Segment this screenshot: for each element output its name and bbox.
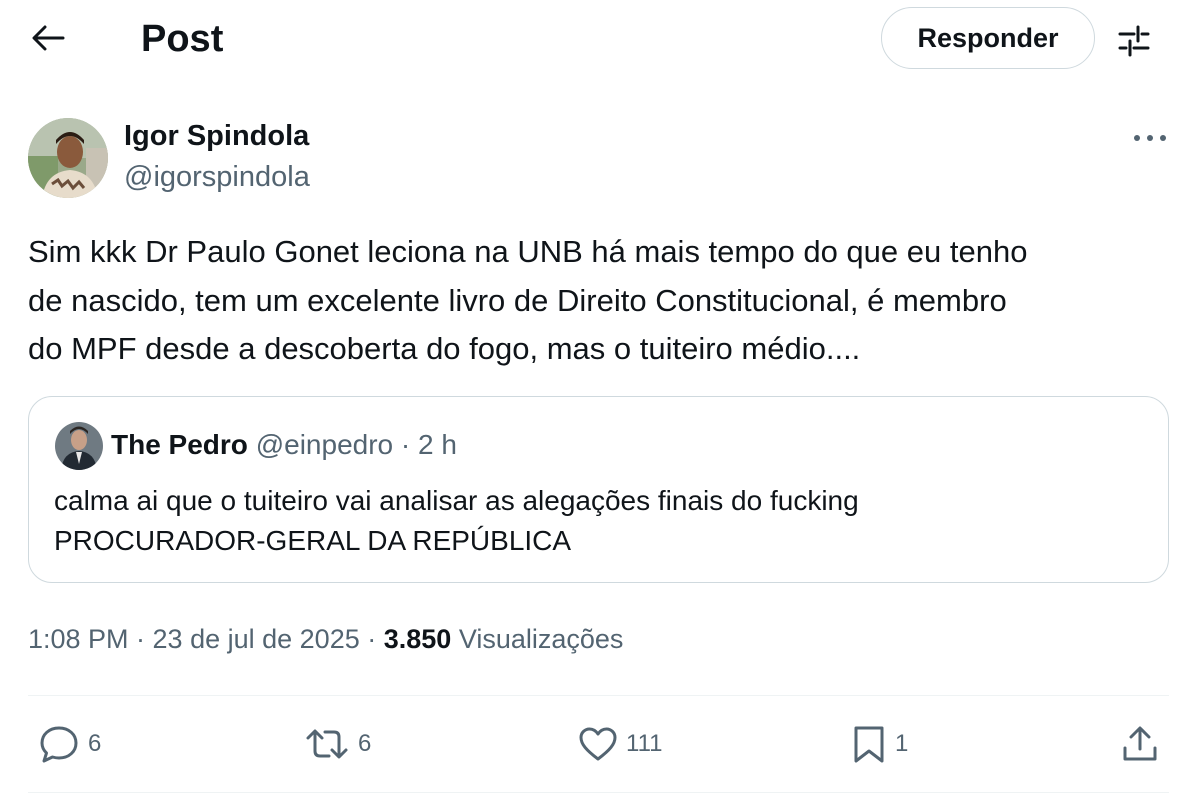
repost-count: 6: [358, 730, 372, 757]
like-action[interactable]: 111: [578, 722, 662, 766]
divider: [28, 792, 1169, 793]
post-text: Sim kkk Dr Paulo Gonet leciona na UNB há…: [28, 234, 1028, 366]
author-handle[interactable]: @igorspindola: [124, 159, 310, 195]
repost-action[interactable]: 6: [304, 722, 371, 766]
reply-button[interactable]: Responder: [881, 7, 1095, 69]
quoted-post-card[interactable]: The Pedro @einpedro · 2 h calma ai que o…: [28, 396, 1169, 583]
arrow-left-icon: [32, 25, 65, 51]
reply-count: 6: [88, 730, 102, 757]
author-name[interactable]: Igor Spindola: [124, 118, 309, 154]
views-label: Visualizações: [458, 624, 624, 654]
heart-icon: [579, 727, 617, 761]
avatar-photo: [55, 422, 103, 470]
share-action[interactable]: [1120, 722, 1160, 766]
post-meta: 1:08 PM · 23 de jul de 2025 · 3.850 Visu…: [28, 622, 623, 656]
post-timestamp[interactable]: 1:08 PM · 23 de jul de 2025 ·: [28, 624, 384, 654]
share-icon: [1123, 726, 1157, 761]
reply-settings-button[interactable]: [1112, 18, 1156, 62]
top-bar: Post Responder: [0, 0, 1199, 80]
comment-icon: [40, 726, 78, 763]
reply-action[interactable]: 6: [38, 722, 101, 766]
page-title: Post: [141, 18, 224, 60]
sliders-icon: [1118, 25, 1150, 57]
bookmark-icon: [854, 726, 884, 763]
divider: [28, 695, 1169, 696]
quoted-author-name[interactable]: The Pedro: [111, 429, 248, 460]
quoted-post-header: The Pedro @einpedro · 2 h: [111, 428, 457, 462]
views-count: 3.850: [383, 624, 452, 654]
quoted-author-meta: @einpedro · 2 h: [255, 429, 457, 460]
back-button[interactable]: [28, 18, 68, 58]
quoted-post-text: calma ai que o tuiteiro vai analisar as …: [54, 485, 859, 556]
author-avatar[interactable]: [28, 118, 108, 198]
more-options-button[interactable]: [1128, 118, 1172, 158]
like-count: 111: [626, 730, 663, 757]
more-horizontal-icon: [1134, 135, 1166, 141]
quoted-author-avatar[interactable]: [55, 422, 103, 470]
bookmark-count: 1: [895, 730, 909, 757]
avatar-photo: [28, 118, 108, 198]
bookmark-action[interactable]: 1: [851, 722, 908, 766]
repost-icon: [306, 729, 348, 759]
